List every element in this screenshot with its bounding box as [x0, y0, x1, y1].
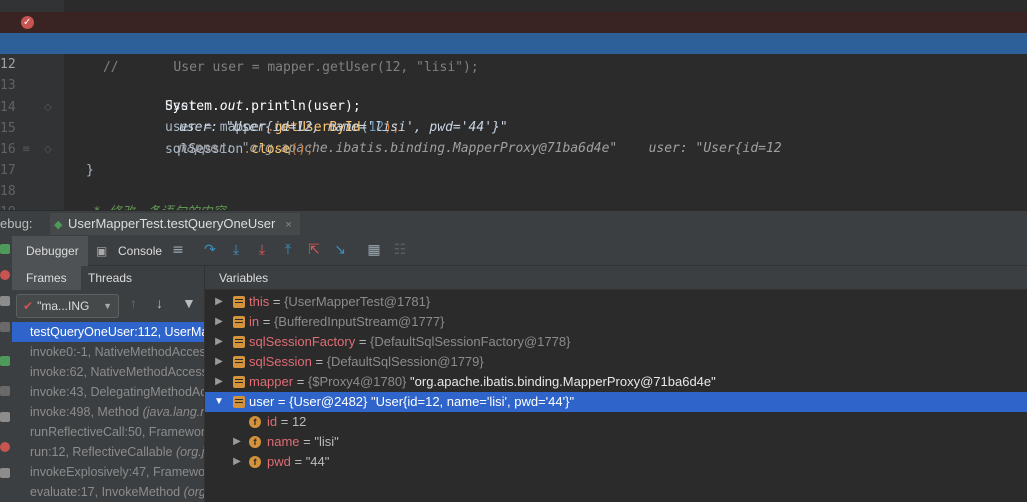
view-breakpoints-icon[interactable]: [0, 412, 10, 422]
code-line[interactable]: 11 User user = mapper.getUserById(12); m…: [0, 12, 1027, 156]
evaluate-expression-icon[interactable]: ▦: [366, 242, 382, 258]
variable-child-row[interactable]: f id = 12: [205, 412, 1027, 432]
arrow-down-icon[interactable]: ↓: [156, 295, 163, 311]
step-into-icon[interactable]: ⤓: [254, 242, 270, 258]
tab-threads[interactable]: Threads: [74, 266, 146, 290]
thread-selector[interactable]: ✔ "ma...ING ▼: [16, 294, 119, 318]
chevron-down-icon: ▼: [103, 301, 112, 311]
variables-header: Variables: [205, 266, 1027, 290]
debug-tool-window-header: ebug: ◆ UserMapperTest.testQueryOneUser ×: [0, 210, 1027, 236]
variable-row-selected[interactable]: ▼ user = {User@2482} "User{id=12, name='…: [205, 392, 1027, 412]
field-icon: [233, 296, 245, 308]
run-to-cursor-icon[interactable]: ↘: [332, 242, 348, 258]
variable-row[interactable]: ▶ mapper = {$Proxy4@1780} "org.apache.ib…: [205, 372, 1027, 392]
chevron-right-icon[interactable]: ▶: [213, 372, 225, 392]
play-icon[interactable]: [0, 356, 10, 366]
frame-item[interactable]: invokeExplosively:47, FrameworkMethod: [12, 462, 204, 482]
resume-icon[interactable]: [0, 322, 10, 332]
chevron-right-icon[interactable]: ▶: [231, 452, 243, 472]
chevron-right-icon[interactable]: ▶: [213, 352, 225, 372]
variable-row[interactable]: ▶ in = {BufferedInputStream@1777}: [205, 312, 1027, 332]
tab-console[interactable]: ▣ Console: [92, 236, 172, 266]
arrow-up-icon[interactable]: ↑: [130, 295, 137, 311]
frame-item[interactable]: testQueryOneUser:112, UserMapperTest: [12, 322, 204, 342]
frame-item[interactable]: invoke:498, Method (java.lang.reflect): [12, 402, 204, 422]
field-f-icon: f: [249, 416, 261, 428]
chevron-right-icon[interactable]: ▶: [213, 312, 225, 332]
show-execution-point-icon[interactable]: ↷: [202, 242, 218, 258]
chevron-right-icon[interactable]: ▶: [213, 332, 225, 352]
field-icon: [233, 316, 245, 328]
debug-session-tab[interactable]: ◆ UserMapperTest.testQueryOneUser ×: [50, 213, 300, 235]
line-number: 19: [0, 202, 16, 210]
frame-item[interactable]: invoke:62, NativeMethodAccessorImpl: [12, 362, 204, 382]
layout-menu-icon[interactable]: ≡: [170, 242, 186, 258]
field-icon: [233, 356, 245, 368]
variables-panel: Variables ▶ this = {UserMapperTest@1781}…: [205, 266, 1027, 502]
step-over-icon[interactable]: ⤓: [228, 242, 244, 258]
trace-icon[interactable]: ☷: [392, 242, 408, 258]
camera-icon[interactable]: [0, 468, 10, 478]
frames-panel: Frames Threads ✔ "ma...ING ▼ ↑ ↓ ▼ testQu…: [12, 266, 205, 502]
breakpoint-icon[interactable]: [21, 12, 34, 33]
variable-child-row[interactable]: ▶ f pwd = "44": [205, 452, 1027, 472]
frame-item[interactable]: invoke0:-1, NativeMethodAccessorImpl: [12, 342, 204, 362]
check-icon: ✔: [23, 299, 34, 313]
close-icon[interactable]: ×: [285, 219, 291, 231]
field-f-icon: f: [249, 456, 261, 468]
mute-breakpoints-icon[interactable]: [0, 442, 10, 452]
frame-item[interactable]: invoke:43, DelegatingMethodAccessorImpl: [12, 382, 204, 402]
debug-side-toolbar: [0, 236, 12, 502]
frame-item[interactable]: run:12, ReflectiveCallable (org.junit): [12, 442, 204, 462]
tab-debugger[interactable]: Debugger: [12, 236, 88, 266]
field-icon: [233, 376, 245, 388]
field-icon: [233, 396, 245, 408]
filter-icon[interactable]: ▼: [182, 295, 196, 311]
step-out-icon[interactable]: ⇱: [306, 242, 322, 258]
rerun-icon[interactable]: [0, 244, 10, 254]
chevron-down-icon[interactable]: ▼: [213, 392, 225, 412]
code-line[interactable]: 15 ◇ }: [0, 97, 1027, 178]
code-line[interactable]: 17 ≡ ◇ /**: [0, 139, 1027, 178]
force-step-into-icon[interactable]: ⤒: [280, 242, 296, 258]
code-editor[interactable]: 10 // User user = mapper.getUser(12, "li…: [0, 0, 1027, 210]
debug-label: ebug:: [0, 216, 33, 231]
chevron-right-icon[interactable]: ▶: [213, 292, 225, 312]
code-line[interactable]: 18 * 修改一条语句的内容: [0, 160, 1027, 210]
variable-row[interactable]: ▶ sqlSessionFactory = {DefaultSqlSession…: [205, 332, 1027, 352]
run-config-icon: ◆: [54, 219, 63, 231]
fold-marker-icon[interactable]: ◇: [44, 97, 52, 118]
doc-toggle-icon[interactable]: ≡: [22, 139, 30, 160]
console-icon: ▣: [96, 244, 108, 258]
fold-marker-icon[interactable]: ◇: [44, 139, 52, 160]
frame-item[interactable]: evaluate:17, InvokeMethod (org.junit): [12, 482, 204, 502]
settings-icon[interactable]: [0, 296, 10, 306]
pause-icon[interactable]: [0, 386, 10, 396]
frame-item[interactable]: runReflectiveCall:50, FrameworkMethod$1: [12, 422, 204, 442]
debugger-toolbar: Debugger ▣ Console ≡ ↷ ⤓ ⤓ ⤒ ⇱ ↘ ▦ ☷: [12, 236, 1027, 266]
chevron-right-icon[interactable]: ▶: [231, 432, 243, 452]
debug-session-label: UserMapperTest.testQueryOneUser: [68, 216, 276, 231]
code-line[interactable]: 16: [0, 118, 1027, 157]
code-line[interactable]: 14 sqlSession.close();: [0, 76, 1027, 157]
variable-row[interactable]: ▶ sqlSession = {DefaultSqlSession@1779}: [205, 352, 1027, 372]
code-line[interactable]: 13: [0, 54, 1027, 93]
variable-row[interactable]: ▶ this = {UserMapperTest@1781}: [205, 292, 1027, 312]
field-icon: [233, 336, 245, 348]
current-execution-line[interactable]: 12 System.out.println(user); user: "User…: [0, 33, 1027, 135]
stop-icon[interactable]: [0, 270, 10, 280]
code-line[interactable]: 19 *: [0, 181, 1027, 210]
field-f-icon: f: [249, 436, 261, 448]
tab-frames[interactable]: Frames: [12, 266, 81, 290]
variable-child-row[interactable]: ▶ f name = "lisi": [205, 432, 1027, 452]
